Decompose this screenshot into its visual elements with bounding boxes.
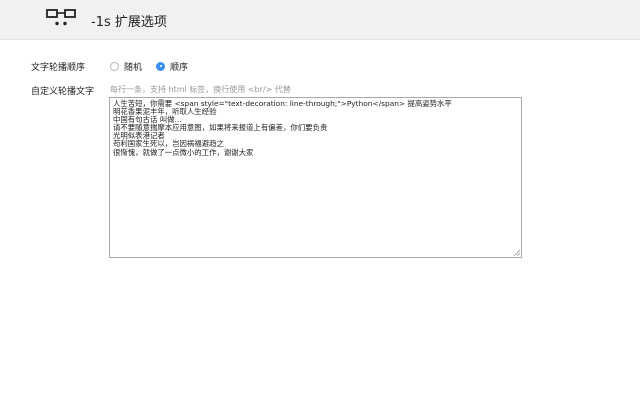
radio-sequential[interactable]: 顺序 (156, 60, 188, 73)
custom-text-label: 自定义轮播文字 (31, 87, 95, 97)
header-bar: -1s 扩展选项 (0, 0, 640, 40)
textarea-line: 很惭愧，就做了一点微小的工作，谢谢大家 (113, 147, 254, 157)
page-title: -1s 扩展选项 (91, 15, 167, 30)
resize-grip-icon[interactable] (513, 249, 520, 256)
custom-text-textarea[interactable]: 人生苦短，你需要 <span style="text-decoration: l… (109, 97, 522, 258)
radio-random-label: 随机 (124, 62, 143, 73)
order-setting-label: 文字轮播顺序 (31, 63, 86, 73)
glasses-face-icon (46, 9, 76, 26)
custom-text-hint: 每行一条，支持 html 标签，换行使用 <br/> 代替 (110, 85, 291, 94)
radio-sequential-label: 顺序 (170, 62, 189, 73)
radio-random-circle[interactable] (110, 61, 119, 71)
textarea-line: 请不要随意揣摩本应用意图，如果将来报道上有偏差，你们要负责 (113, 123, 328, 133)
radio-random[interactable]: 随机 (110, 60, 142, 73)
order-radio-group: 随机 顺序 (110, 59, 202, 73)
radio-sequential-circle[interactable] (156, 61, 166, 71)
